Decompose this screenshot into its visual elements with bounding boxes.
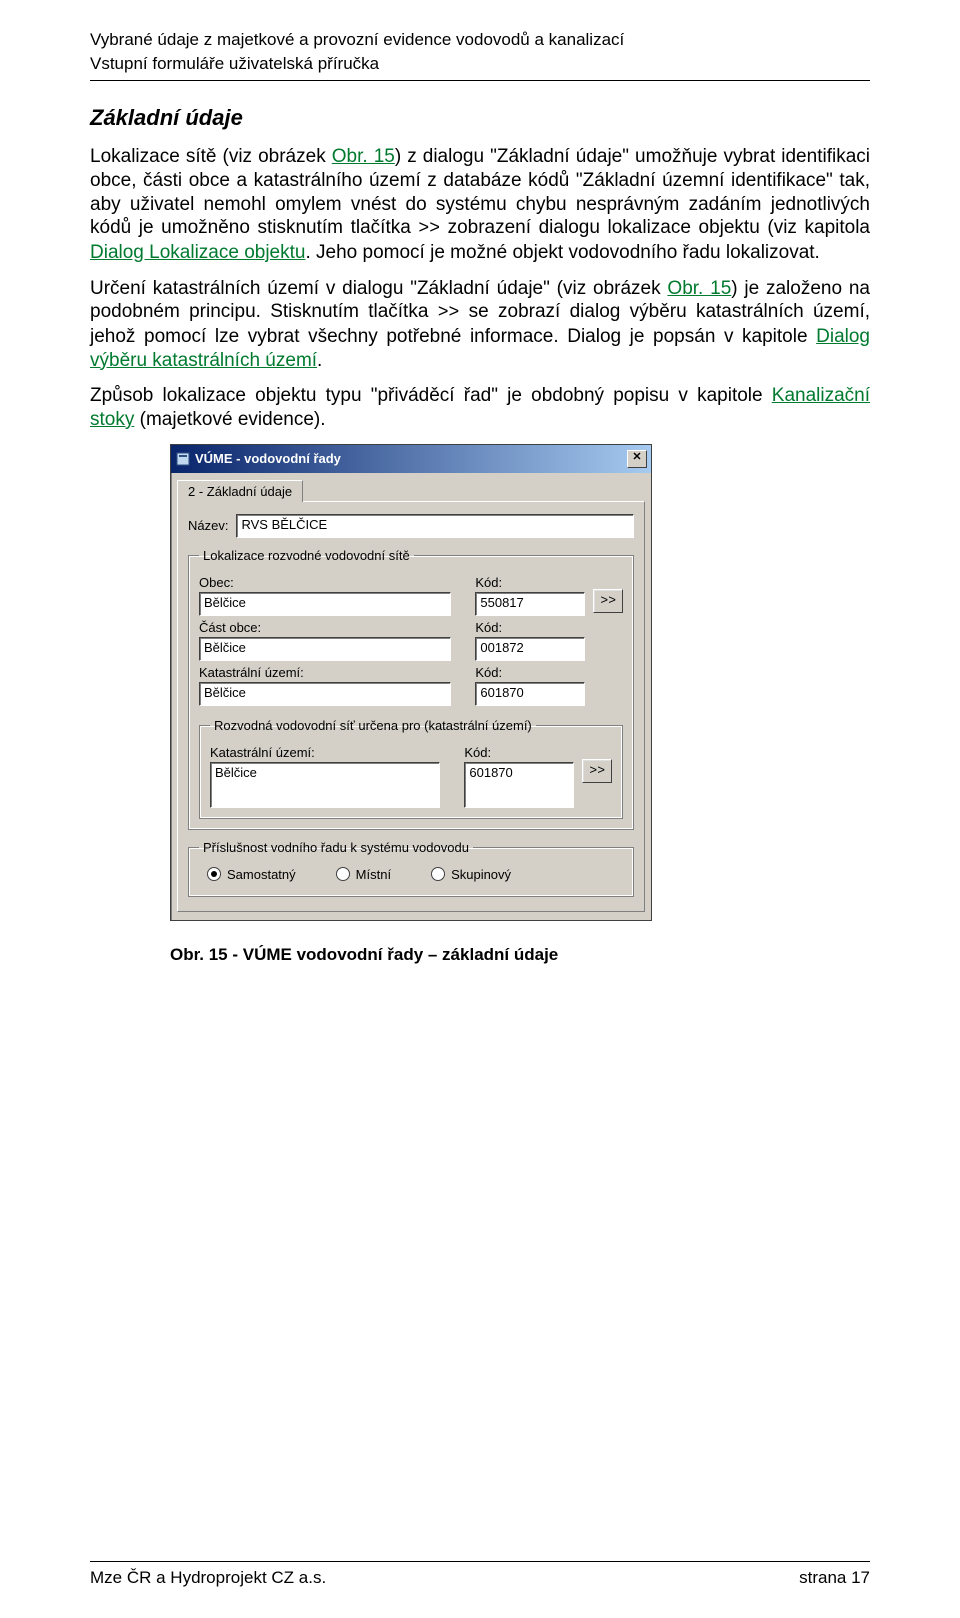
radio-icon — [336, 867, 350, 881]
ku-kod-label: Kód: — [475, 665, 585, 680]
p2-t1: Určení katastrálních území v dialogu "Zá… — [90, 278, 667, 299]
p1-t1: Lokalizace sítě (viz obrázek — [90, 146, 332, 167]
ku-label: Katastrální území: — [199, 665, 451, 680]
tab-zakladni-udaje[interactable]: 2 - Základní údaje — [177, 480, 303, 502]
dest-ku-label: Katastrální území: — [210, 745, 440, 760]
cast-obce-input[interactable]: Bělčice — [199, 637, 451, 661]
close-button[interactable]: ✕ — [627, 450, 647, 468]
paragraph-2: Určení katastrálních území v dialogu "Zá… — [90, 277, 870, 373]
radio-samostatny[interactable]: Samostatný — [207, 867, 296, 882]
btn-label-inline-1: >> — [418, 219, 440, 239]
btn-label-inline-2: >> — [438, 303, 460, 323]
doc-header-subtitle: Vstupní formuláře uživatelská příručka — [90, 54, 870, 74]
footer-divider — [90, 1561, 870, 1562]
ku-kod-input[interactable]: 601870 — [475, 682, 585, 706]
link-obr15-a[interactable]: Obr. 15 — [332, 146, 395, 167]
radio-icon — [207, 867, 221, 881]
radio-mistni[interactable]: Místní — [336, 867, 391, 882]
link-dialog-lokalizace[interactable]: Dialog Lokalizace objektu — [90, 242, 305, 263]
p3-t2: (majetkové evidence). — [134, 409, 325, 430]
p1-t4: . Jeho pomocí je možné objekt vodovodníh… — [305, 242, 819, 263]
app-icon — [175, 451, 191, 467]
group-prislusnost-legend: Příslušnost vodního řadu k systému vodov… — [199, 840, 473, 855]
dialog-window: VÚME - vodovodní řady ✕ 2 - Základní úda… — [170, 444, 652, 921]
footer-right: strana 17 — [799, 1568, 870, 1588]
page-footer: Mze ČR a Hydroprojekt CZ a.s. strana 17 — [90, 1553, 870, 1588]
group-prislusnost: Příslušnost vodního řadu k systému vodov… — [188, 840, 634, 897]
obec-input[interactable]: Bělčice — [199, 592, 451, 616]
obec-label: Obec: — [199, 575, 451, 590]
name-input[interactable]: RVS BĚLČICE — [236, 514, 634, 538]
obec-kod-input[interactable]: 550817 — [475, 592, 585, 616]
tab-panel: Název: RVS BĚLČICE Lokalizace rozvodné v… — [177, 501, 645, 912]
dialog-title: VÚME - vodovodní řady — [195, 451, 627, 466]
dialog-titlebar[interactable]: VÚME - vodovodní řady ✕ — [171, 445, 651, 473]
dest-more-button[interactable]: >> — [582, 759, 612, 783]
header-divider — [90, 80, 870, 81]
dest-kod-label: Kód: — [464, 745, 574, 760]
tab-bar: 2 - Základní údaje — [171, 473, 651, 501]
group-lokalizace: Lokalizace rozvodné vodovodní sítě Obec:… — [188, 548, 634, 830]
section-title: Základní údaje — [90, 105, 870, 131]
p1-t3: zobrazení dialogu lokalizace objektu (vi… — [440, 217, 870, 238]
figure-caption: Obr. 15 - VÚME vodovodní řady – základní… — [170, 945, 870, 965]
paragraph-1: Lokalizace sítě (viz obrázek Obr. 15) z … — [90, 145, 870, 265]
radio-skupinovy[interactable]: Skupinový — [431, 867, 511, 882]
p2-t4: . — [317, 350, 322, 371]
dest-ku-listbox[interactable]: Bělčice — [210, 762, 440, 808]
cast-obce-label: Část obce: — [199, 620, 451, 635]
paragraph-3: Způsob lokalizace objektu typu "přiváděc… — [90, 384, 870, 432]
group-urcena-pro-legend: Rozvodná vodovodní síť určena pro (katas… — [210, 718, 536, 733]
dest-kod-listbox[interactable]: 601870 — [464, 762, 574, 808]
cast-kod-label: Kód: — [475, 620, 585, 635]
group-urcena-pro: Rozvodná vodovodní síť určena pro (katas… — [199, 718, 623, 819]
link-obr15-b[interactable]: Obr. 15 — [667, 278, 731, 299]
name-label: Název: — [188, 518, 228, 533]
p3-t1: Způsob lokalizace objektu typu "přiváděc… — [90, 385, 772, 406]
radio-skupinovy-label: Skupinový — [451, 867, 511, 882]
radio-mistni-label: Místní — [356, 867, 391, 882]
cast-kod-input[interactable]: 001872 — [475, 637, 585, 661]
doc-header-title: Vybrané údaje z majetkové a provozní evi… — [90, 30, 870, 50]
ku-input[interactable]: Bělčice — [199, 682, 451, 706]
radio-icon — [431, 867, 445, 881]
group-lokalizace-legend: Lokalizace rozvodné vodovodní sítě — [199, 548, 414, 563]
radio-samostatny-label: Samostatný — [227, 867, 296, 882]
lokalizace-more-button[interactable]: >> — [593, 589, 623, 613]
obec-kod-label: Kód: — [475, 575, 585, 590]
footer-left: Mze ČR a Hydroprojekt CZ a.s. — [90, 1568, 326, 1588]
